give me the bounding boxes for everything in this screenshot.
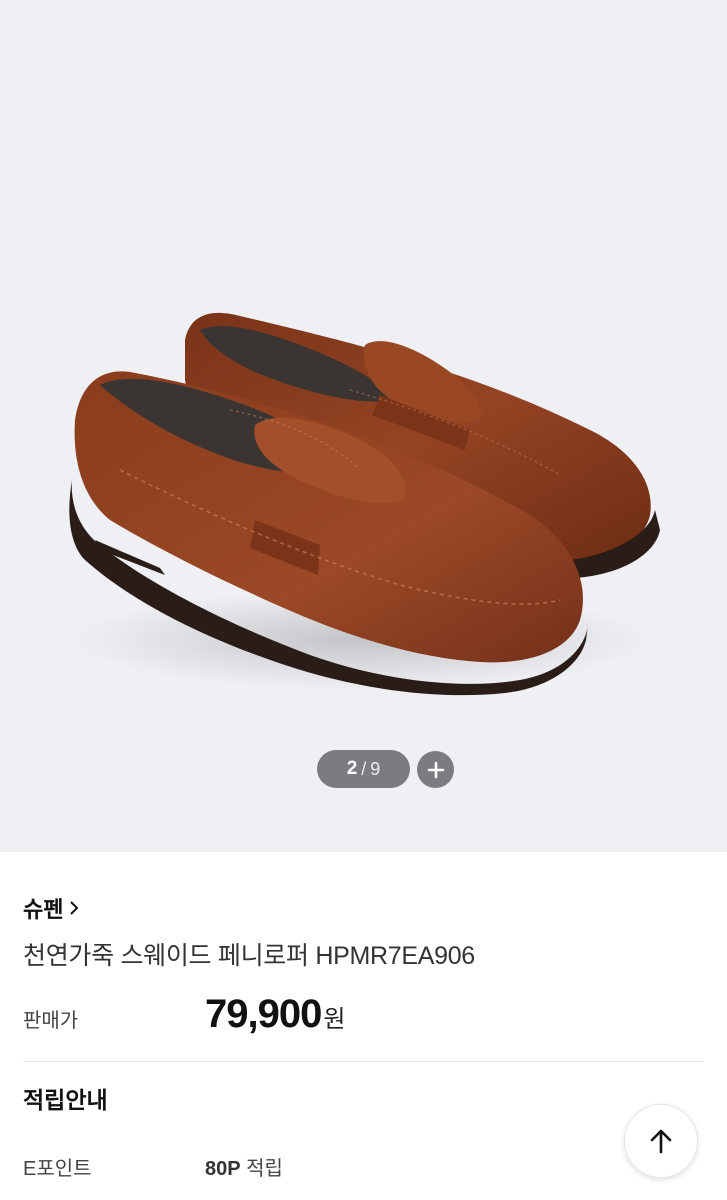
price-label: 판매가 <box>23 1010 79 1032</box>
product-image-gallery[interactable]: 2 / 9 <box>0 0 727 852</box>
product-info: 슈펜 천연가죽 스웨이드 페니로퍼 HPMR7EA906 판매가 79,900 … <box>0 852 727 1200</box>
pager-separator: / <box>361 758 367 779</box>
price-unit: 원 <box>323 1006 346 1033</box>
product-title: 천연가죽 스웨이드 페니로퍼 HPMR7EA906 <box>23 942 475 970</box>
image-pager: 2 / 9 <box>317 750 410 788</box>
e-point-suffix: 적립 <box>246 1158 283 1180</box>
arrow-up-icon <box>650 1129 672 1154</box>
brand-link[interactable]: 슈펜 <box>23 892 79 924</box>
e-point-value: 80P 적립 <box>205 1152 283 1181</box>
scroll-top-button[interactable] <box>624 1104 698 1178</box>
brand-name: 슈펜 <box>23 897 64 922</box>
e-point-label: E포인트 <box>23 1158 92 1180</box>
plus-icon <box>427 761 444 778</box>
e-point-amount: 80P <box>205 1158 241 1180</box>
product-image <box>69 312 660 696</box>
price: 79,900 원 <box>205 992 345 1037</box>
divider <box>23 1061 704 1062</box>
pager-total: 9 <box>370 758 381 779</box>
points-section-title: 적립안내 <box>23 1087 108 1113</box>
pager-current: 2 <box>346 758 358 779</box>
chevron-right-icon <box>69 900 79 916</box>
price-value: 79,900 <box>205 992 322 1036</box>
zoom-button[interactable] <box>417 751 454 788</box>
